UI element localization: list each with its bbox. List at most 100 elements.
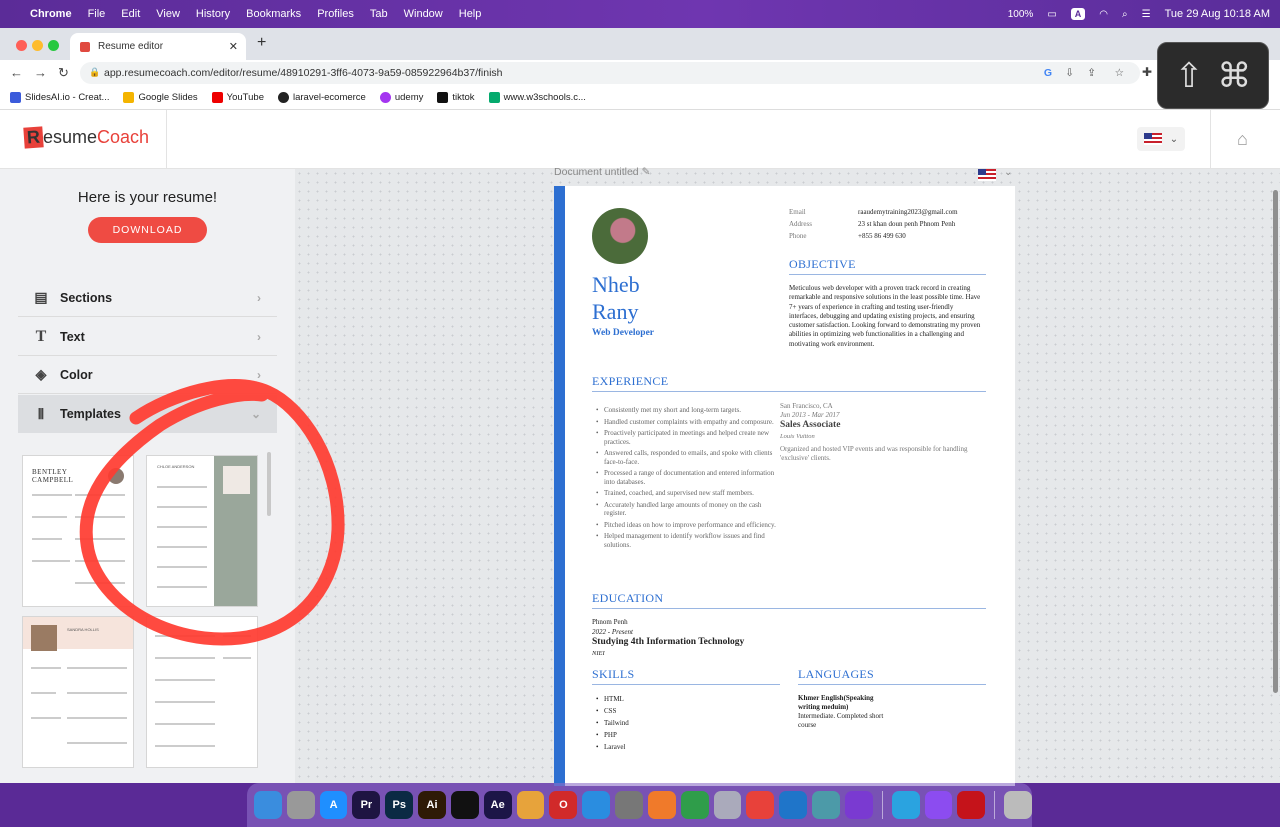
dock-sketch-icon[interactable]	[647, 791, 676, 819]
menu-help[interactable]: Help	[451, 8, 490, 20]
education-dates: 2022 - Present	[592, 628, 633, 636]
back-icon[interactable]: ←	[10, 65, 23, 80]
bookmark-laravel-ecomerce[interactable]: laravel-ecomerce	[277, 92, 366, 103]
dock-acrobat-icon[interactable]	[957, 791, 986, 819]
dock-app-store-icon[interactable]: A	[319, 791, 348, 819]
dock-vs-code-icon[interactable]	[779, 791, 808, 819]
wifi-icon[interactable]: ◠	[1099, 9, 1108, 20]
bookmark-w3schools[interactable]: www.w3schools.c...	[488, 92, 586, 103]
bookmark-udemy[interactable]: udemy	[379, 92, 423, 103]
template-thumbnail[interactable]: BENTLEY CAMPBELL	[22, 455, 134, 607]
dock-photoshop-icon[interactable]: Ps	[385, 791, 414, 819]
dock-firefox-icon[interactable]	[844, 791, 873, 819]
close-window-button[interactable]	[16, 40, 27, 51]
dock-telegram-icon[interactable]	[891, 791, 920, 819]
chevron-right-icon: ›	[257, 367, 261, 382]
template-line	[155, 745, 215, 747]
dock-preview-icon[interactable]	[812, 791, 840, 819]
bookmark-google-slides[interactable]: Google Slides	[123, 92, 198, 103]
control-center-icon[interactable]: ☰	[1142, 9, 1151, 20]
url-field[interactable]: 🔒 app.resumecoach.com/editor/resume/4891…	[80, 62, 1140, 84]
lock-icon[interactable]: 🔒	[89, 67, 100, 78]
sidebar-item-text[interactable]: T Text ›	[18, 318, 277, 356]
download-button[interactable]: DOWNLOAD	[88, 217, 207, 243]
close-tab-icon[interactable]: ✕	[229, 40, 238, 53]
dock-finder-icon[interactable]	[254, 791, 282, 819]
extensions-icon[interactable]: ✚	[1142, 65, 1152, 79]
sidebar-item-sections[interactable]: ▤ Sections ›	[18, 279, 277, 317]
list-item: Trained, coached, and supervised new sta…	[596, 489, 781, 498]
objective-text: Meticulous web developer with a proven t…	[789, 284, 981, 348]
template-thumbnail[interactable]: SANDRA HOLLIS	[22, 616, 134, 768]
browser-tab[interactable]: Resume editor ✕	[70, 33, 246, 60]
dock-chrome-icon[interactable]	[680, 791, 709, 819]
chevron-down-icon: ⌄	[250, 407, 261, 421]
menu-bookmarks[interactable]: Bookmarks	[238, 8, 309, 20]
search-icon[interactable]: ⌕	[1122, 9, 1128, 20]
dock-messenger-icon[interactable]	[924, 791, 953, 819]
reload-icon[interactable]: ↻	[58, 65, 69, 81]
battery-percent[interactable]: 100%	[1008, 9, 1034, 20]
list-item: CSS	[596, 707, 746, 716]
resumecoach-favicon-icon	[80, 41, 90, 52]
menu-profiles[interactable]: Profiles	[309, 8, 362, 20]
bookmark-slidesai[interactable]: SlidesAI.io - Creat...	[10, 92, 109, 103]
new-tab-button[interactable]: +	[257, 34, 266, 52]
chevron-down-icon[interactable]: ⌄	[1004, 167, 1012, 178]
template-thumbnail[interactable]	[146, 616, 258, 768]
templates-scrollbar[interactable]	[267, 452, 271, 516]
dock-system-settings-icon[interactable]	[615, 791, 643, 819]
dock-capcut-icon[interactable]	[450, 791, 479, 819]
us-flag-icon[interactable]	[978, 169, 996, 181]
menu-history[interactable]: History	[188, 8, 238, 20]
language-selector[interactable]: ⌄	[1137, 127, 1185, 151]
page-scrollbar[interactable]	[1273, 190, 1278, 693]
dock-premiere-pro-icon[interactable]: Pr	[352, 791, 381, 819]
template-line	[67, 667, 127, 669]
dock-safari-icon[interactable]	[582, 791, 611, 819]
browser-chrome: Resume editor ✕ + ← → ↻ 🔒 app.resumecoac…	[0, 28, 1280, 110]
template-line	[75, 582, 125, 584]
dock-after-effects-icon[interactable]: Ae	[483, 791, 512, 819]
home-icon[interactable]: ⌂	[1237, 129, 1248, 150]
bookmark-star-icon[interactable]: ☆	[1115, 67, 1124, 79]
google-icon[interactable]: G	[1044, 67, 1052, 79]
tab-title: Resume editor	[98, 41, 164, 52]
resumecoach-logo[interactable]: Resume Coach	[23, 126, 149, 149]
menu-window[interactable]: Window	[396, 8, 451, 20]
install-icon[interactable]: ⇩	[1065, 67, 1074, 79]
dock-illustrator-icon[interactable]: Ai	[418, 791, 446, 819]
clock[interactable]: Tue 29 Aug 10:18 AM	[1165, 8, 1270, 20]
command-key-icon: ⌘	[1217, 56, 1252, 95]
battery-icon[interactable]: ▭	[1047, 9, 1056, 20]
templates-carousel-icon: ⫴	[38, 405, 44, 422]
template-thumbnail[interactable]: CHLOE ANDERSON	[146, 455, 258, 607]
template-line	[32, 494, 72, 496]
menu-view[interactable]: View	[148, 8, 188, 20]
input-source-badge[interactable]: A	[1070, 8, 1086, 20]
template-line	[75, 560, 125, 562]
menu-edit[interactable]: Edit	[113, 8, 148, 20]
resume-page[interactable]: Email Address Phone raaudemytraining2023…	[554, 186, 1015, 786]
sidebar-item-color[interactable]: ◈ Color ›	[18, 356, 277, 394]
dock-anydesk-icon[interactable]	[746, 791, 775, 819]
menu-file[interactable]: File	[80, 8, 114, 20]
language-name: Khmer English(Speaking writing meduim)	[798, 694, 874, 711]
zoom-window-button[interactable]	[48, 40, 59, 51]
bookmark-youtube[interactable]: YouTube	[211, 92, 264, 103]
edit-pencil-icon[interactable]: ✎	[642, 166, 651, 178]
dock-trash-icon[interactable]	[1004, 791, 1033, 819]
menu-tab[interactable]: Tab	[362, 8, 396, 20]
sidebar-item-templates[interactable]: ⫴ Templates ⌄	[18, 395, 277, 433]
minimize-window-button[interactable]	[32, 40, 43, 51]
share-icon[interactable]: ⇪	[1087, 67, 1096, 79]
document-title[interactable]: Document untitled ✎	[554, 166, 650, 178]
dock-photos-icon[interactable]	[516, 791, 545, 819]
dock-opera-icon[interactable]: O	[549, 791, 578, 819]
header-divider	[166, 110, 167, 169]
dock-utilities-icon[interactable]	[713, 791, 742, 819]
forward-icon[interactable]: →	[34, 65, 47, 80]
menu-chrome[interactable]: Chrome	[22, 8, 80, 20]
bookmark-tiktok[interactable]: tiktok	[437, 92, 475, 103]
dock-launchpad-icon[interactable]	[286, 791, 315, 819]
